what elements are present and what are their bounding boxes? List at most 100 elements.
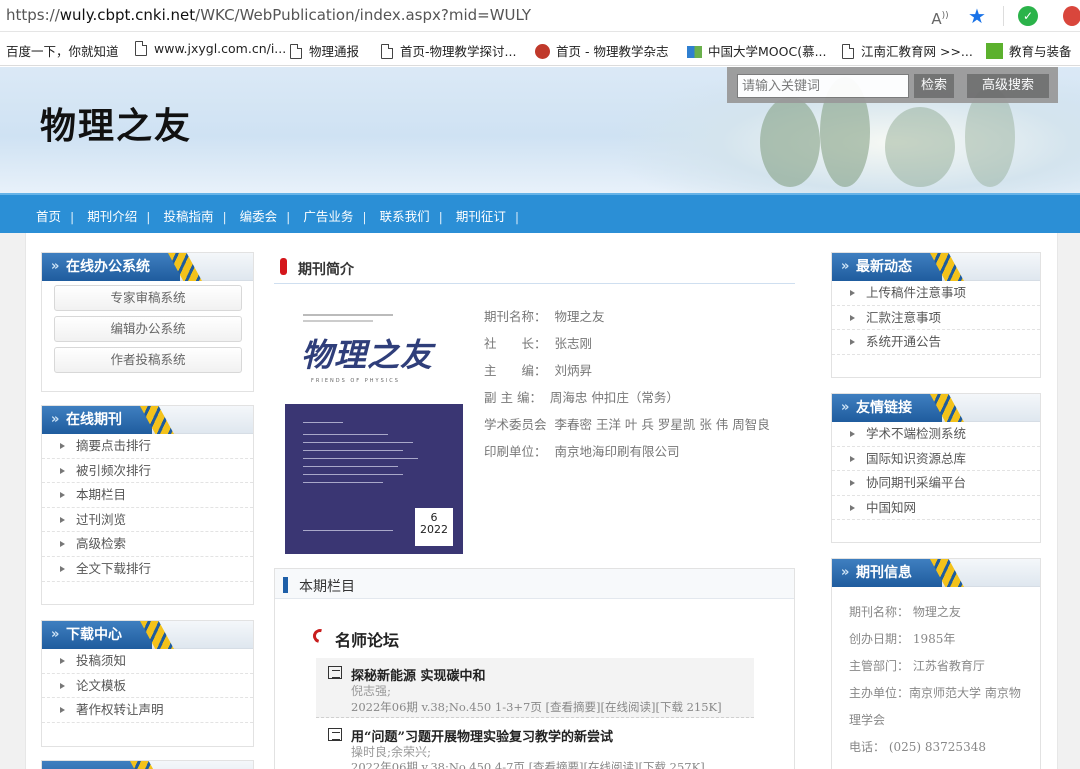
article-item[interactable]: 用“问题”习题开展物理实验复习教学的新尝试 操时良;余荣兴; 2022年06期 … <box>316 722 754 769</box>
list-item[interactable]: 过刊浏览 <box>42 508 253 533</box>
bookmark-wulitongbao[interactable]: 物理通报 <box>290 41 359 60</box>
article-meta[interactable]: 2022年06期 v.38;No.450 4-7页 [查看摘要][在线阅读][下… <box>351 759 705 769</box>
list-item[interactable]: 协同期刊采编平台 <box>832 471 1040 496</box>
column-name: 名师论坛 <box>335 631 400 650</box>
cover-text-line <box>303 482 383 484</box>
list-item[interactable]: 投稿须知 <box>42 649 253 674</box>
address-bar[interactable]: https://wuly.cbpt.cnki.net/WKC/WebPublic… <box>0 0 1080 32</box>
expert-review-system-button[interactable]: 专家审稿系统 <box>54 285 242 311</box>
issue-badge: 6 2022 <box>415 508 453 546</box>
bookmark-wulijiaoxuezazhi[interactable]: 首页 - 物理教学杂志 <box>535 41 668 60</box>
box-title: 在线办公系统 <box>42 253 202 281</box>
list-item[interactable]: 著作权转让声明 <box>42 698 253 723</box>
academic-committee: 李春密 王洋 叶 兵 罗星凯 张 伟 周智良 <box>554 417 770 432</box>
cover-subtitle: FRIENDS OF PHYSICS <box>311 378 400 384</box>
article-meta[interactable]: 2022年06期 v.38;No.450 1-3+7页 [查看摘要][在线阅读]… <box>351 699 722 715</box>
list-item[interactable]: 摘要点击排行 <box>42 434 253 459</box>
list-item[interactable]: 学术不端检测系统 <box>832 422 1040 447</box>
article-item[interactable]: 探秘新能源 实现碳中和 倪志强; 2022年06期 v.38;No.450 1-… <box>316 658 754 718</box>
page-icon <box>290 44 302 59</box>
deputy-editors: 周海忠 仲扣庄（常务） <box>549 390 679 405</box>
bookmark-jiangnanhui[interactable]: 江南汇教育网 >>... <box>842 41 973 60</box>
list-item[interactable]: 中国知网 <box>832 496 1040 521</box>
cover-text-line <box>303 442 413 444</box>
url-text[interactable]: https://wuly.cbpt.cnki.net/WKC/WebPublic… <box>6 6 531 24</box>
friendly-links-box: 友情链接 学术不端检测系统 国际知识资源总库 协同期刊采编平台 中国知网 <box>831 393 1041 543</box>
journal-info-box: 期刊信息 期刊名称： 物理之友 创办日期： 1985年 主管部门： 江苏省教育厅… <box>831 558 1041 769</box>
cover-text-line <box>303 530 393 532</box>
cover-text-line <box>303 474 403 476</box>
bookmark-mooc[interactable]: 中国大学MOOC(慕... <box>687 41 827 60</box>
list-item[interactable]: 全文下载排行 <box>42 557 253 582</box>
box-header: 在线期刊 <box>42 406 253 434</box>
nav-journal-intro[interactable]: 期刊介绍 <box>87 209 137 224</box>
box-title: 期刊信息 <box>832 559 964 587</box>
page-icon <box>381 44 393 59</box>
list-item[interactable]: 上传稿件注意事项 <box>832 281 1040 306</box>
box-header: 期刊信息 <box>832 559 1040 587</box>
page-icon <box>842 44 854 59</box>
article-authors: 操时良;余荣兴; <box>351 745 432 759</box>
nav-home[interactable]: 首页 <box>36 209 61 224</box>
list-item[interactable]: 系统开通公告 <box>832 330 1040 355</box>
favorite-star-icon[interactable]: ★ <box>965 5 989 27</box>
director: 张志刚 <box>554 336 592 351</box>
bookmark-baidu[interactable]: 百度一下，你就知道 <box>6 41 119 60</box>
box-title <box>42 761 164 769</box>
toolbar-divider <box>1003 6 1004 26</box>
box-header: 最新动态 <box>832 253 1040 281</box>
section-mark <box>283 577 288 593</box>
section-arrow-icon <box>310 626 330 646</box>
advanced-search-button[interactable]: 高级搜索 <box>967 74 1049 98</box>
bookmark-jxygl[interactable]: www.jxygl.com.cn/i... <box>135 41 286 56</box>
box-title: 最新动态 <box>832 253 964 281</box>
site-title: 物理之友 <box>40 105 193 147</box>
article-authors: 倪志强; <box>351 684 392 698</box>
journal-cover-lower[interactable]: 6 2022 <box>285 404 463 554</box>
journal-name: 物理之友 <box>554 309 605 324</box>
search-input[interactable] <box>737 74 909 98</box>
list-item[interactable]: 汇款注意事项 <box>832 306 1040 331</box>
online-journal-box: 在线期刊 摘要点击排行 被引频次排行 本期栏目 过刊浏览 高级检索 全文下载排行 <box>41 405 254 605</box>
search-panel: 检索 高级搜索 <box>727 67 1058 103</box>
cover-text-line <box>303 466 398 468</box>
nav-contact[interactable]: 联系我们 <box>380 209 430 224</box>
nav-subscription[interactable]: 期刊征订 <box>456 209 506 224</box>
nav-editorial-board[interactable]: 编委会 <box>240 209 278 224</box>
page-icon <box>135 41 147 56</box>
box-header: 友情链接 <box>832 394 1040 422</box>
cover-text-line <box>303 422 343 424</box>
list-item[interactable]: 论文模板 <box>42 674 253 699</box>
list-item[interactable]: 被引频次排行 <box>42 459 253 484</box>
read-aloud-icon[interactable]: A)) <box>928 5 952 28</box>
bookmark-wulijiaoxuetantao[interactable]: 首页-物理教学探讨... <box>381 41 516 60</box>
list-item[interactable]: 本期栏目 <box>42 483 253 508</box>
banner-tree-decoration <box>885 107 955 187</box>
cover-text-line <box>303 458 418 460</box>
journal-cover[interactable]: 物理之友 FRIENDS OF PHYSICS <box>285 298 463 404</box>
section-title: 本期栏目 <box>299 579 355 595</box>
nav-advertising[interactable]: 广告业务 <box>303 209 353 224</box>
box-header <box>42 761 253 769</box>
box-header: 下载中心 <box>42 621 253 649</box>
extension-check-icon[interactable]: ✓ <box>1018 6 1038 26</box>
editor-office-system-button[interactable]: 编辑办公系统 <box>54 316 242 342</box>
document-icon <box>328 666 342 679</box>
bookmark-jiaoyuyuzhuangbei[interactable]: 教育与装备 <box>986 41 1072 60</box>
nav-submission-guide[interactable]: 投稿指南 <box>163 209 213 224</box>
section-title: 期刊简介 <box>298 262 354 278</box>
site-banner: 物理之友 检索 高级搜索 <box>0 67 1080 193</box>
box-header: 在线办公系统 <box>42 253 253 281</box>
printer: 南京地海印刷有限公司 <box>554 444 680 459</box>
author-submission-system-button[interactable]: 作者投稿系统 <box>54 347 242 373</box>
journal-info-text: 期刊名称： 物理之友 创办日期： 1985年 主管部门： 江苏省教育厅 主办单位… <box>849 605 1021 769</box>
list-item[interactable]: 国际知识资源总库 <box>832 447 1040 472</box>
cover-text-line <box>303 434 388 436</box>
list-item[interactable]: 高级检索 <box>42 532 253 557</box>
latest-news-box: 最新动态 上传稿件注意事项 汇款注意事项 系统开通公告 <box>831 252 1041 378</box>
box-title: 在线期刊 <box>42 406 174 434</box>
extension-icon[interactable] <box>1063 6 1080 26</box>
search-button[interactable]: 检索 <box>914 74 954 98</box>
bookmarks-bar: 百度一下，你就知道 www.jxygl.com.cn/i... 物理通报 首页-… <box>0 32 1080 66</box>
document-icon <box>328 728 342 741</box>
